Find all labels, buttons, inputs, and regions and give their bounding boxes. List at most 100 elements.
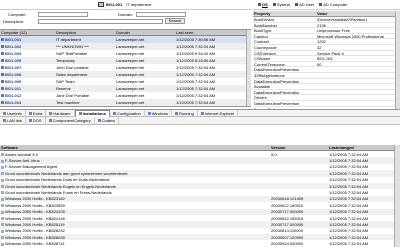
software-cell: Windows 2000 Hotfix - KB826232	[0, 228, 270, 233]
property-value: Microsoft Windows 2000 Professional	[317, 33, 384, 39]
tab-label: Extra	[32, 110, 43, 116]
table-row[interactable]: BG1-001 IT department Lansweeper.net 1/12/2…	[0, 36, 251, 43]
software-cell: Windows 2000 Hotfix - KB824105	[0, 209, 270, 214]
computer-cell[interactable]: BG1-007	[0, 65, 55, 70]
software-cell: Windows 2000 Hotfix - KB825119	[0, 222, 270, 227]
computer-cell[interactable]: BG1-005	[0, 58, 55, 63]
tab-installations[interactable]: Installations	[74, 109, 110, 117]
column-header-description[interactable]: Description	[55, 30, 115, 35]
computer-cell[interactable]: BG1-001	[0, 37, 55, 42]
description-cell: Sales department	[56, 72, 88, 77]
computer-icon	[98, 2, 104, 7]
table-row[interactable]: BG1-003 SAP TestPortable Lansweeper.net 1/1…	[0, 50, 251, 57]
column-header-version[interactable]: Version	[270, 145, 328, 150]
software-cell: Windows 2000 Hotfix - KB823182	[0, 196, 270, 201]
description-field[interactable]	[38, 19, 163, 24]
column-header-software[interactable]: Software	[0, 145, 270, 150]
domain-cell: Lansweeper.net	[116, 86, 145, 91]
table-row[interactable]: Windows 2000 Hotfix - KB828035 20030907.1…	[0, 234, 400, 241]
computer-icon	[1, 66, 4, 70]
description-cell: Jane Doe Portable	[56, 93, 90, 98]
codecs-icon	[97, 119, 101, 122]
tab-dos[interactable]: DOS	[26, 117, 46, 124]
table-row[interactable]: Windows 2000 Hotfix - KB823559 20030622.1…	[0, 202, 400, 208]
software-cell: Groot woordenboek Nederlands Duits en Du…	[0, 177, 270, 182]
table-row[interactable]: BG1-007 John Doe portable Lansweeper.net 1/…	[0, 64, 251, 71]
software-name: Windows 2000 Hotfix - KB826232	[5, 228, 65, 234]
tab-label: Codecs	[101, 118, 116, 123]
table-row[interactable]: Groot woordenboek Nederlands Frans en Fr…	[0, 189, 400, 195]
computer-label: Computer:	[8, 12, 27, 17]
column-header-computer[interactable]: Computer (12)	[0, 30, 55, 35]
search-button[interactable]: Search	[165, 18, 185, 24]
column-header-domain[interactable]: Domain	[115, 30, 175, 35]
property-name: DataExecutionPrevention	[254, 67, 300, 72]
table-row[interactable]: BG1-009 SAP Team Lansweeper.net 1/12/2005 7…	[0, 78, 251, 85]
tab-codecs[interactable]: Codecs	[95, 117, 120, 124]
tab-component-category[interactable]: Component/Category	[46, 117, 95, 124]
tab-os[interactable]: OS	[258, 2, 268, 7]
table-row[interactable]: Windows 2000 Hotfix - KB828741 20030924.0…	[0, 240, 400, 246]
column-header-last-seen[interactable]: Last seen	[175, 30, 245, 35]
tab-userinfo[interactable]: Userinfo	[0, 109, 26, 117]
table-row[interactable]: BG1-008 Sales department Lansweeper.net 1/1…	[0, 71, 251, 78]
tab-ad-computer[interactable]: AD Computer	[319, 2, 347, 7]
table-row[interactable]: BG1-005 Temporary Lansweeper.net 1/12/2005 …	[0, 57, 251, 64]
software-name: Groot woordenboek Nederlands Engels en E…	[5, 183, 116, 189]
software-icon	[1, 159, 4, 163]
property-value: 1252	[317, 39, 326, 44]
software-scrollbar[interactable]	[394, 145, 400, 247]
table-row[interactable]: Windows 2000 Hotfix - KB824105 20030717.0…	[0, 208, 400, 215]
computer-cell[interactable]: BG1-012	[0, 93, 55, 98]
table-row[interactable]: F-Secure Anti-Virus 1/12/2005 7:32:04 AM	[0, 157, 400, 164]
tab-internet-explorer[interactable]: Internet Explorer	[198, 109, 239, 117]
lastchanged-cell: 1/12/2005 7:32:04 AM	[329, 228, 369, 234]
table-row[interactable]: BG1-002 *** UNKNOWN *** Lansweeper.net 1/12…	[0, 43, 251, 50]
computer-name: BG1-007	[5, 65, 22, 70]
computer-cell[interactable]: BG1-009	[0, 79, 55, 84]
table-row[interactable]: Windows 2000 Hotfix - KB823182 20030618.1…	[0, 195, 400, 203]
table-row[interactable]: BG1-012 Jane Doe Portable Lansweeper.net 1/…	[0, 92, 251, 99]
tab-configuration[interactable]: Configuration	[110, 109, 145, 117]
property-name: Drivers	[254, 95, 267, 100]
tab-running[interactable]: Running	[172, 109, 198, 117]
table-row[interactable]: Windows 2000 Hotfix - KB825119 20030717.0…	[0, 221, 400, 228]
computer-icon	[1, 101, 4, 105]
computer-field[interactable]	[38, 12, 88, 17]
column-header-lastchanged[interactable]: Lastchanged	[328, 145, 393, 150]
property-name: BootDevice	[254, 17, 275, 22]
computer-cell[interactable]: BG1-002	[0, 44, 55, 49]
domain-field[interactable]	[136, 12, 186, 17]
computer-cell[interactable]: BG1-011	[0, 86, 55, 91]
tab-hardware[interactable]: Hardware	[46, 109, 75, 117]
grid-scrollbar[interactable]	[246, 30, 251, 106]
domain-cell: Lansweeper.net	[116, 44, 145, 49]
table-row[interactable]: BG1-013 Test machine Lansweeper.net 1/12/20…	[0, 99, 251, 106]
table-row[interactable]: Groot woordenboek Nederlands Duits en Du…	[0, 177, 400, 183]
tab-lan-link[interactable]: LAN link	[0, 117, 26, 124]
property-value: 2195	[317, 22, 326, 28]
software-name: F-Secure Management Agent	[5, 164, 58, 170]
tab-extra[interactable]: Extra	[26, 109, 47, 117]
table-row[interactable]: F-Secure Management Agent 1/12/2005 7:32:…	[0, 164, 400, 170]
tab-ad-user[interactable]: AD User	[295, 2, 314, 7]
tab-windows[interactable]: Windows	[145, 109, 172, 117]
tab-system[interactable]: System	[272, 2, 290, 7]
table-row[interactable]: BG1-011 Reserve Lansweeper.net 1/12/2005 7:…	[0, 85, 251, 92]
table-row[interactable]: Windows 2000 Hotfix - KB824146 20030812.1…	[0, 215, 400, 221]
table-row[interactable]: Windows 2000 Hotfix - KB826232 20030814.1…	[0, 228, 400, 234]
computer-name: BG1-012	[5, 93, 22, 98]
computer-name: BG1-011	[5, 86, 22, 91]
table-row[interactable]: Groot woordenboek Nederlands Engels en E…	[0, 182, 400, 190]
os-scrollbar[interactable]	[395, 11, 400, 109]
computer-cell[interactable]: BG1-013	[0, 100, 55, 105]
software-cell: Windows 2000 Hotfix - KB828741	[0, 241, 270, 246]
computer-cell[interactable]: BG1-008	[0, 72, 55, 77]
description-cell: *** UNKNOWN ***	[56, 44, 89, 49]
table-row[interactable]: Adobe Acrobat 5.0 5.0 1/12/2005 7:32:04 AM	[0, 151, 400, 157]
domain-cell: Lansweeper.net	[116, 93, 145, 98]
table-row[interactable]: Groot woordenboek Nederlands aan groot s…	[0, 170, 400, 177]
computer-cell[interactable]: BG1-003	[0, 51, 55, 56]
version-cell: 20030907.120000	[271, 234, 304, 240]
property-name: CurrentTimezone	[254, 61, 285, 67]
